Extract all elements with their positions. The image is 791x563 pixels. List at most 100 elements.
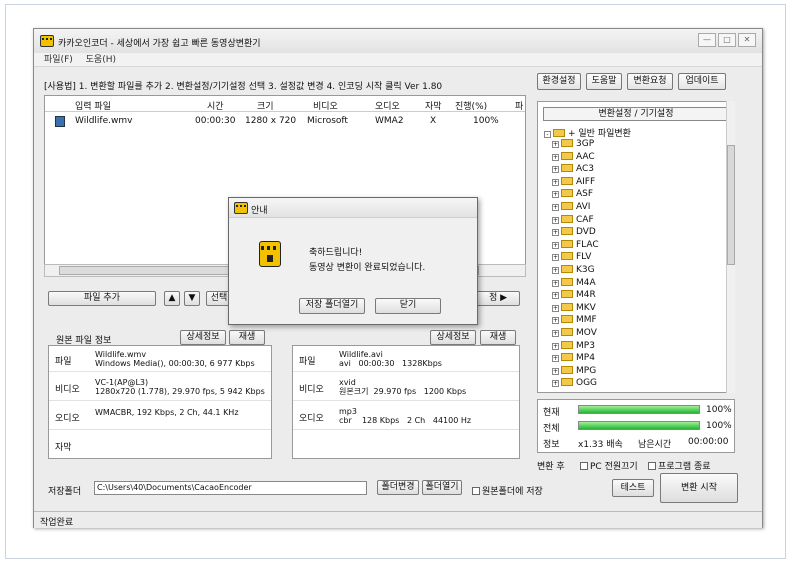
exit-program-option[interactable]: 프로그램 종료 — [648, 459, 711, 472]
close-button[interactable]: ✕ — [738, 33, 756, 47]
save-original-option[interactable]: 원본폴더에 저장 — [472, 484, 543, 497]
tree-item[interactable]: + AIFF — [552, 176, 595, 187]
test-button[interactable]: 테스트 — [612, 479, 654, 497]
cell-name: Wildlife.wmv — [75, 116, 133, 126]
tree-item[interactable]: + M4A — [552, 277, 596, 288]
expand-icon[interactable]: + — [552, 178, 559, 186]
expand-icon[interactable]: + — [552, 204, 559, 211]
total-progress-bar — [578, 421, 700, 430]
expand-icon[interactable]: + — [552, 304, 559, 312]
start-convert-button[interactable]: 변환 시작 — [660, 473, 738, 503]
col-size[interactable]: 크기 — [257, 99, 274, 112]
tree-root[interactable]: - + 일반 파일변환 — [544, 126, 631, 139]
tree-item[interactable]: + M4R — [552, 290, 596, 300]
expand-icon[interactable]: + — [552, 254, 559, 262]
cell-progress: 100% — [473, 116, 499, 126]
help-button[interactable]: 도움말 — [586, 73, 622, 90]
tree-item[interactable]: + MKV — [552, 302, 596, 313]
move-up-button[interactable]: ▲ — [164, 291, 180, 306]
tree-item[interactable]: + AAC — [552, 151, 595, 162]
open-save-folder-button[interactable]: 저장 폴더열기 — [299, 298, 365, 314]
expand-icon[interactable]: + — [552, 342, 559, 350]
tree-scrollbar-thumb[interactable] — [727, 145, 735, 265]
tree-item[interactable]: + MP3 — [552, 340, 595, 351]
tree-item[interactable]: + MMF — [552, 315, 597, 325]
col-video[interactable]: 비디오 — [313, 99, 338, 112]
source-video-label: 비디오 — [55, 385, 80, 395]
expand-icon[interactable]: + — [552, 355, 559, 363]
expand-icon[interactable]: + — [552, 141, 559, 148]
expand-icon[interactable]: + — [552, 191, 559, 199]
change-folder-button[interactable]: 폴더변경 — [377, 480, 419, 495]
expand-icon[interactable]: + — [552, 166, 559, 174]
expand-icon[interactable]: + — [552, 153, 559, 161]
col-input-file[interactable]: 입력 파일 — [75, 99, 111, 112]
col-progress[interactable]: 진행(%) — [455, 99, 487, 112]
table-row[interactable]: Wildlife.wmv 00:00:30 1280 x 720 Microso… — [45, 113, 525, 127]
expand-icon[interactable]: + — [552, 292, 559, 300]
expand-icon[interactable]: + — [552, 267, 559, 274]
tree-item[interactable]: + CAF — [552, 214, 594, 225]
tree-item[interactable]: + MPG — [552, 365, 596, 376]
open-folder-button[interactable]: 폴더열기 — [422, 480, 462, 495]
expand-icon[interactable]: + — [552, 367, 559, 375]
expand-icon[interactable]: + — [552, 229, 559, 237]
folder-icon — [561, 239, 573, 248]
add-file-button[interactable]: 파일 추가 — [48, 291, 156, 306]
source-play-button[interactable]: 재생 — [229, 330, 265, 345]
tree-item[interactable]: + FLV — [552, 252, 591, 262]
tree-item[interactable]: + MP4 — [552, 353, 595, 363]
convert-settings-button[interactable]: 정 ▶ — [476, 291, 520, 306]
tree-item[interactable]: + DVD — [552, 227, 596, 237]
source-subtitle-label: 자막 — [55, 443, 72, 453]
tree-item[interactable]: + ASF — [552, 189, 593, 199]
cell-size: 1280 x 720 — [245, 116, 297, 126]
col-time[interactable]: 시간 — [207, 99, 224, 112]
tree-item[interactable]: +3GP — [552, 139, 594, 149]
output-audio-row: 오디오 mp3 cbr 128 Kbps 2 Ch 44100 Hz — [293, 402, 519, 430]
settings-button[interactable]: 환경설정 — [537, 73, 581, 90]
tree-scrollbar[interactable] — [726, 101, 735, 393]
tree-item[interactable]: + OGG — [552, 378, 597, 388]
folder-icon — [561, 214, 573, 223]
exit-program-checkbox[interactable] — [648, 462, 656, 470]
output-file-value: Wildlife.avi avi 00:00:30 1328Kbps — [339, 350, 442, 368]
request-button[interactable]: 변환요청 — [627, 73, 673, 90]
format-tree[interactable]: 변환설정 / 기기설정 - + 일반 파일변환 +3GP + AAC + AC3 + AIFF… — [537, 101, 735, 393]
tree-item[interactable]: + AVI — [552, 202, 590, 212]
output-file-row: 파일 Wildlife.avi avi 00:00:30 1328Kbps — [293, 346, 519, 372]
maximize-button[interactable]: □ — [718, 33, 736, 47]
output-detail-button[interactable]: 상세정보 — [430, 330, 476, 345]
cell-video: Microsoft — [307, 116, 348, 126]
output-play-button[interactable]: 재생 — [480, 330, 516, 345]
minimize-button[interactable]: — — [698, 33, 716, 47]
expand-icon[interactable]: + — [552, 216, 559, 224]
col-subtitle[interactable]: 자막 — [425, 99, 442, 112]
save-path-input[interactable]: C:\Users\40\Documents\CacaoEncoder — [94, 481, 367, 495]
move-down-button[interactable]: ▼ — [184, 291, 200, 306]
menu-file[interactable]: 파일(F) — [44, 53, 73, 67]
tree-item[interactable]: + FLAC — [552, 239, 599, 250]
collapse-icon[interactable]: - — [544, 131, 551, 138]
tree-item[interactable]: + MOV — [552, 328, 597, 338]
file-list-header: 입력 파일 시간 크기 비디오 오디오 자막 진행(%) 파 — [45, 96, 525, 112]
col-audio[interactable]: 오디오 — [375, 99, 400, 112]
col-extra[interactable]: 파 — [515, 99, 523, 112]
expand-icon[interactable]: + — [552, 241, 559, 249]
tree-item[interactable]: + AC3 — [552, 164, 594, 174]
main-window: 카카오인코더 - 세상에서 가장 쉽고 빠른 동영상변환기 — □ ✕ 파일(F… — [33, 28, 763, 528]
power-off-checkbox[interactable] — [580, 462, 588, 470]
save-original-checkbox[interactable] — [472, 487, 480, 495]
expand-icon[interactable]: + — [552, 380, 559, 388]
menu-help[interactable]: 도움(H) — [86, 53, 116, 67]
tree-header[interactable]: 변환설정 / 기기설정 — [543, 107, 729, 121]
power-off-option[interactable]: PC 전원끄기 — [580, 459, 638, 472]
source-detail-button[interactable]: 상세정보 — [180, 330, 226, 345]
update-button[interactable]: 업데이트 — [678, 73, 726, 90]
tree-item[interactable]: + K3G — [552, 265, 595, 275]
source-video-row: 비디오 VC-1(AP@L3) 1280x720 (1.778), 29.970… — [49, 373, 271, 401]
expand-icon[interactable]: + — [552, 279, 559, 287]
expand-icon[interactable]: + — [552, 317, 559, 325]
dialog-close-button[interactable]: 닫기 — [375, 298, 441, 314]
expand-icon[interactable]: + — [552, 330, 559, 337]
